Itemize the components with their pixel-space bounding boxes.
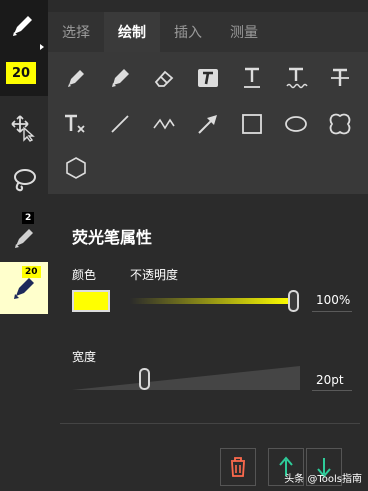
move-select-tool[interactable] [0, 104, 48, 152]
hexagon-icon [66, 157, 86, 179]
width-value-underline [312, 390, 352, 391]
marker-size-badge: 20 [22, 266, 41, 278]
arrow-tool-button[interactable] [192, 108, 224, 140]
watermark-text: 头条 @Tools指南 [284, 474, 362, 485]
delete-button[interactable] [220, 448, 256, 486]
line-icon [111, 115, 129, 133]
pencil-size-badge: 2 [22, 212, 35, 224]
divider [60, 423, 360, 424]
text-strikethrough-icon [331, 68, 349, 86]
pencil-icon [15, 229, 33, 248]
opacity-value[interactable]: 100% [316, 293, 350, 307]
pen-size-badge: 20 [6, 62, 36, 84]
rectangle-tool-button[interactable] [236, 108, 268, 140]
tab-measure[interactable]: 测量 [216, 12, 272, 52]
marker-icon [14, 278, 34, 299]
drawing-tools-grid [48, 52, 368, 194]
highlighter-tool-button[interactable] [104, 62, 136, 94]
trash-icon [231, 457, 245, 477]
text-box-icon [198, 69, 218, 87]
tab-draw[interactable]: 绘制 [104, 12, 160, 52]
expand-caret-icon[interactable] [40, 44, 44, 50]
width-value[interactable]: 20pt [316, 373, 344, 387]
active-pen-tool[interactable]: 20 [0, 0, 48, 96]
highlighter-icon [112, 69, 129, 87]
text-wavy-underline-tool-button[interactable] [280, 62, 312, 94]
text-box-tool-button[interactable] [192, 62, 224, 94]
clear-format-icon [65, 114, 85, 133]
polyline-tool-button[interactable] [148, 108, 180, 140]
arrow-icon [198, 115, 217, 134]
pen-icon [68, 70, 84, 87]
pen-tool-button[interactable] [60, 62, 92, 94]
rectangle-icon [242, 114, 262, 134]
ellipse-icon [285, 116, 307, 132]
polyline-icon [153, 118, 175, 130]
width-label: 宽度 [72, 350, 97, 364]
line-tool-button[interactable] [104, 108, 136, 140]
opacity-label: 不透明度 [130, 268, 179, 282]
opacity-slider[interactable] [130, 290, 298, 312]
text-wavy-underline-icon [286, 67, 308, 89]
opacity-value-underline [312, 311, 352, 312]
width-slider-thumb[interactable] [139, 368, 150, 390]
draw-panel: 选择 绘制 插入 测量 荧光笔属性 颜色 不透明度 100% 宽度 20pt [48, 0, 368, 491]
tab-select[interactable]: 选择 [48, 12, 104, 52]
eraser-tool-button[interactable] [148, 62, 180, 94]
color-swatch[interactable] [72, 290, 110, 312]
move-select-icon [11, 115, 35, 142]
lasso-tool[interactable] [0, 156, 48, 204]
polygon-tool-button[interactable] [60, 152, 92, 184]
opacity-slider-thumb[interactable] [288, 290, 299, 312]
text-strikethrough-tool-button[interactable] [324, 62, 356, 94]
lasso-icon [14, 169, 36, 192]
pen-icon [13, 16, 32, 36]
tab-insert[interactable]: 插入 [160, 12, 216, 52]
text-underline-icon [244, 67, 260, 88]
tool-rail: 20 2 20 [0, 0, 48, 491]
tab-bar: 选择 绘制 插入 测量 [48, 12, 368, 52]
properties-title: 荧光笔属性 [72, 228, 153, 247]
width-slider[interactable] [72, 364, 302, 392]
cloud-shape-tool-button[interactable] [324, 108, 356, 140]
eraser-icon [154, 70, 174, 87]
clear-format-tool-button[interactable] [60, 108, 92, 140]
ellipse-tool-button[interactable] [280, 108, 312, 140]
color-label: 颜色 [72, 268, 97, 282]
text-underline-tool-button[interactable] [236, 62, 268, 94]
cloud-shape-icon [329, 113, 351, 135]
